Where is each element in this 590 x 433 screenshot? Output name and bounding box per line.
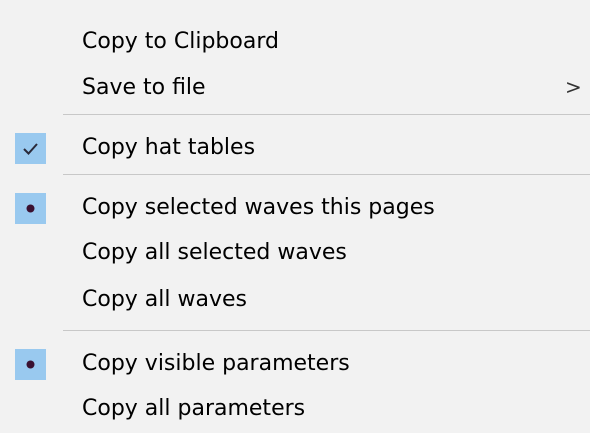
menu-item-copy-selected-waves-this-pages[interactable]: Copy selected waves this pages	[0, 188, 590, 228]
chevron-right-icon: >	[565, 75, 582, 99]
menu-item-label: Copy all parameters	[82, 396, 306, 421]
menu-item-copy-all-waves[interactable]: Copy all waves	[0, 280, 590, 320]
menu-item-copy-to-clipboard[interactable]: Copy to Clipboard	[0, 22, 590, 62]
menu-item-label: Copy hat tables	[82, 135, 256, 160]
menu-item-copy-all-parameters[interactable]: Copy all parameters	[0, 389, 590, 429]
menu-separator	[63, 330, 590, 331]
menu-item-label: Copy all selected waves	[82, 240, 347, 265]
menu-item-label: Save to file	[82, 75, 206, 100]
menu-item-copy-visible-parameters[interactable]: Copy visible parameters	[0, 344, 590, 384]
menu-item-label: Copy visible parameters	[82, 351, 350, 376]
menu-item-label: Copy all waves	[82, 287, 247, 312]
radio-dot-icon	[15, 349, 46, 380]
menu-item-copy-all-selected-waves[interactable]: Copy all selected waves	[0, 233, 590, 273]
menu-item-copy-hat-tables[interactable]: Copy hat tables	[0, 128, 590, 168]
menu-separator	[63, 174, 590, 175]
radio-dot-icon	[15, 193, 46, 224]
menu-item-label: Copy to Clipboard	[82, 29, 279, 54]
menu-item-label: Copy selected waves this pages	[82, 195, 435, 220]
checkmark-icon	[15, 133, 46, 164]
menu-item-save-to-file[interactable]: Save to file >	[0, 68, 590, 108]
context-menu: Copy to Clipboard Save to file > Copy ha…	[0, 0, 590, 433]
menu-separator	[63, 114, 590, 115]
